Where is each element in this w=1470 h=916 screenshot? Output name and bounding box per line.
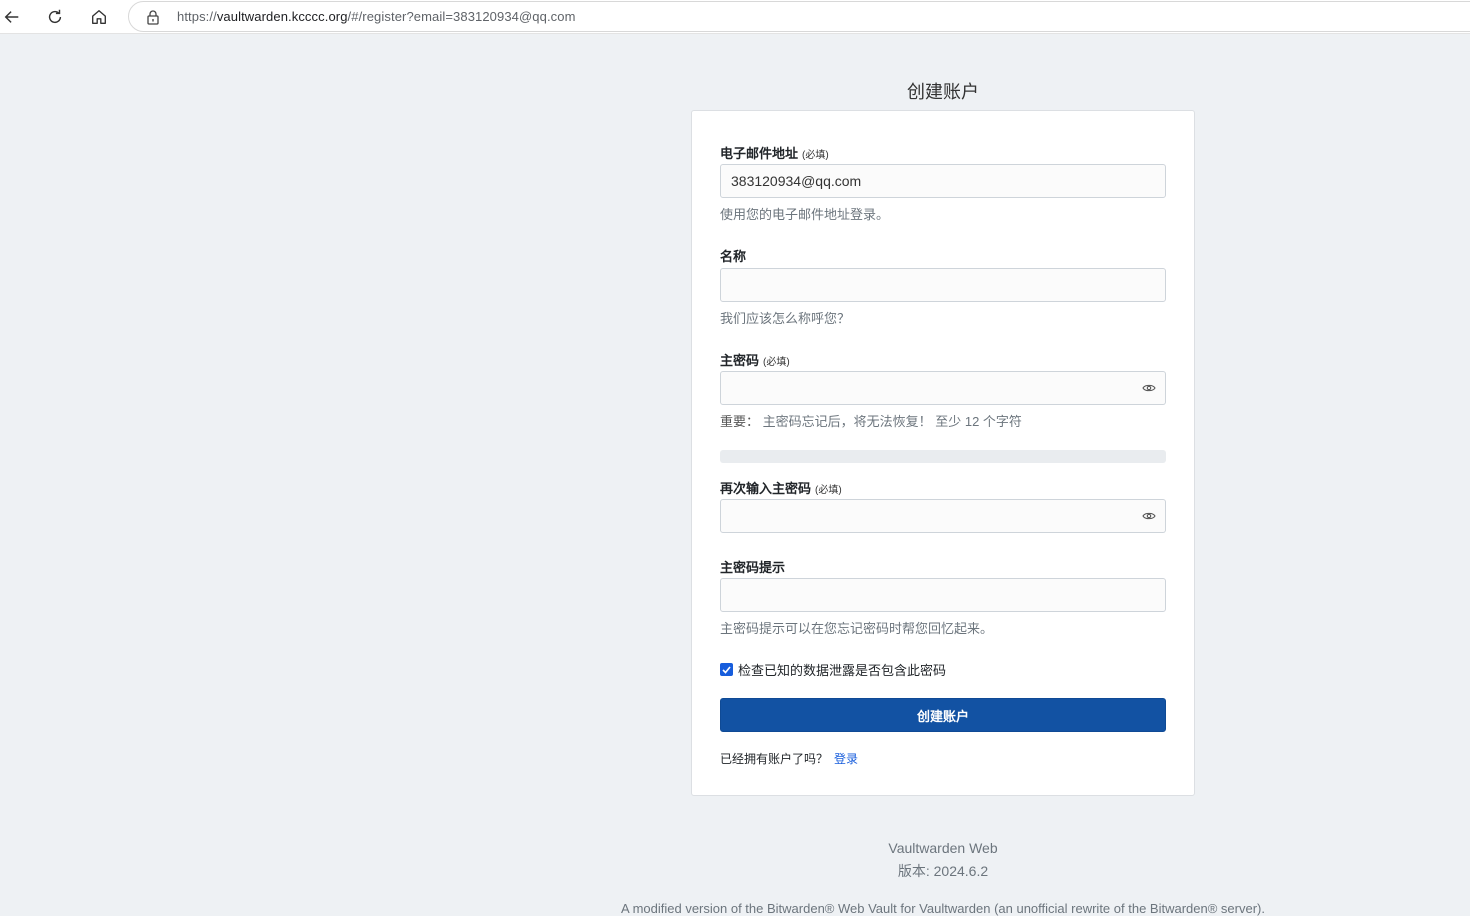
footer-app-name: Vaultwarden Web xyxy=(888,840,998,856)
check-breach-checkbox[interactable]: 检查已知的数据泄露是否包含此密码 xyxy=(720,660,946,679)
address-bar[interactable]: https://vaultwarden.kcccc.org/#/register… xyxy=(128,1,1470,32)
reload-button[interactable] xyxy=(41,3,69,31)
master-password-field[interactable] xyxy=(720,371,1134,405)
checkmark-icon xyxy=(722,665,731,674)
name-label: 名称 xyxy=(720,249,747,264)
email-label-text: 电子邮件地址 xyxy=(720,146,799,161)
required-badge: (必填) xyxy=(763,357,790,368)
reload-icon xyxy=(48,9,62,24)
email-field[interactable]: 383120934@qq.com xyxy=(720,164,1166,198)
master-password-label-text: 主密码 xyxy=(720,353,760,368)
hint-label: 主密码提示 xyxy=(720,560,786,575)
register-form-card: 电子邮件地址 (必填) 383120934@qq.com 使用您的电子邮件地址登录… xyxy=(691,110,1195,796)
email-help: 使用您的电子邮件地址登录。 xyxy=(720,207,890,222)
lock-icon xyxy=(147,10,159,25)
address-url: https://vaultwarden.kcccc.org/#/register… xyxy=(177,9,576,24)
url-host: vaultwarden.kcccc.org xyxy=(216,9,348,24)
browser-toolbar: https://vaultwarden.kcccc.org/#/register… xyxy=(0,0,1470,34)
master-password-help-text: 主密码忘记后，将无法恢复！ 至少 12 个字符 xyxy=(762,414,1022,429)
toggle-password-visibility-button[interactable] xyxy=(1133,371,1166,405)
create-account-button[interactable]: 创建账户 xyxy=(720,698,1166,732)
already-have-account-text: 已经拥有账户了吗？ xyxy=(720,752,829,766)
login-prompt: 已经拥有账户了吗？ 登录 xyxy=(720,750,858,767)
hint-help: 主密码提示可以在您忘记密码时帮您回忆起来。 xyxy=(720,621,994,636)
retype-password-label: 再次输入主密码 (必填) xyxy=(720,478,842,497)
master-password-label: 主密码 (必填) xyxy=(720,350,790,369)
hint-field[interactable] xyxy=(720,578,1166,612)
checkbox-box[interactable] xyxy=(720,663,733,676)
required-badge: (必填) xyxy=(815,485,842,496)
footer-note: A modified version of the Bitwarden® Web… xyxy=(621,901,1265,916)
check-breach-label: 检查已知的数据泄露是否包含此密码 xyxy=(738,663,947,678)
important-label: 重要： xyxy=(720,414,760,429)
master-password-help: 重要： 主密码忘记后，将无法恢复！ 至少 12 个字符 xyxy=(720,411,1022,430)
back-arrow-icon xyxy=(4,11,19,23)
eye-icon xyxy=(1142,512,1156,520)
home-icon xyxy=(92,10,106,24)
home-button[interactable] xyxy=(85,3,113,31)
email-label: 电子邮件地址 (必填) xyxy=(720,143,829,162)
toggle-retype-visibility-button[interactable] xyxy=(1133,499,1166,533)
back-button[interactable] xyxy=(0,3,26,31)
page-title: 创建账户 xyxy=(907,82,979,102)
retype-password-field[interactable] xyxy=(720,499,1134,533)
name-help: 我们应该怎么称呼您？ xyxy=(720,311,851,326)
login-link[interactable]: 登录 xyxy=(834,752,858,766)
url-scheme: https:// xyxy=(177,9,217,24)
password-strength-meter xyxy=(720,450,1166,463)
name-field[interactable] xyxy=(720,268,1166,302)
retype-password-label-text: 再次输入主密码 xyxy=(720,481,812,496)
required-badge: (必填) xyxy=(802,150,829,161)
eye-icon xyxy=(1142,384,1156,392)
url-path: /#/register?email=383120934@qq.com xyxy=(347,9,576,24)
footer-version: 版本: 2024.6.2 xyxy=(897,863,989,879)
